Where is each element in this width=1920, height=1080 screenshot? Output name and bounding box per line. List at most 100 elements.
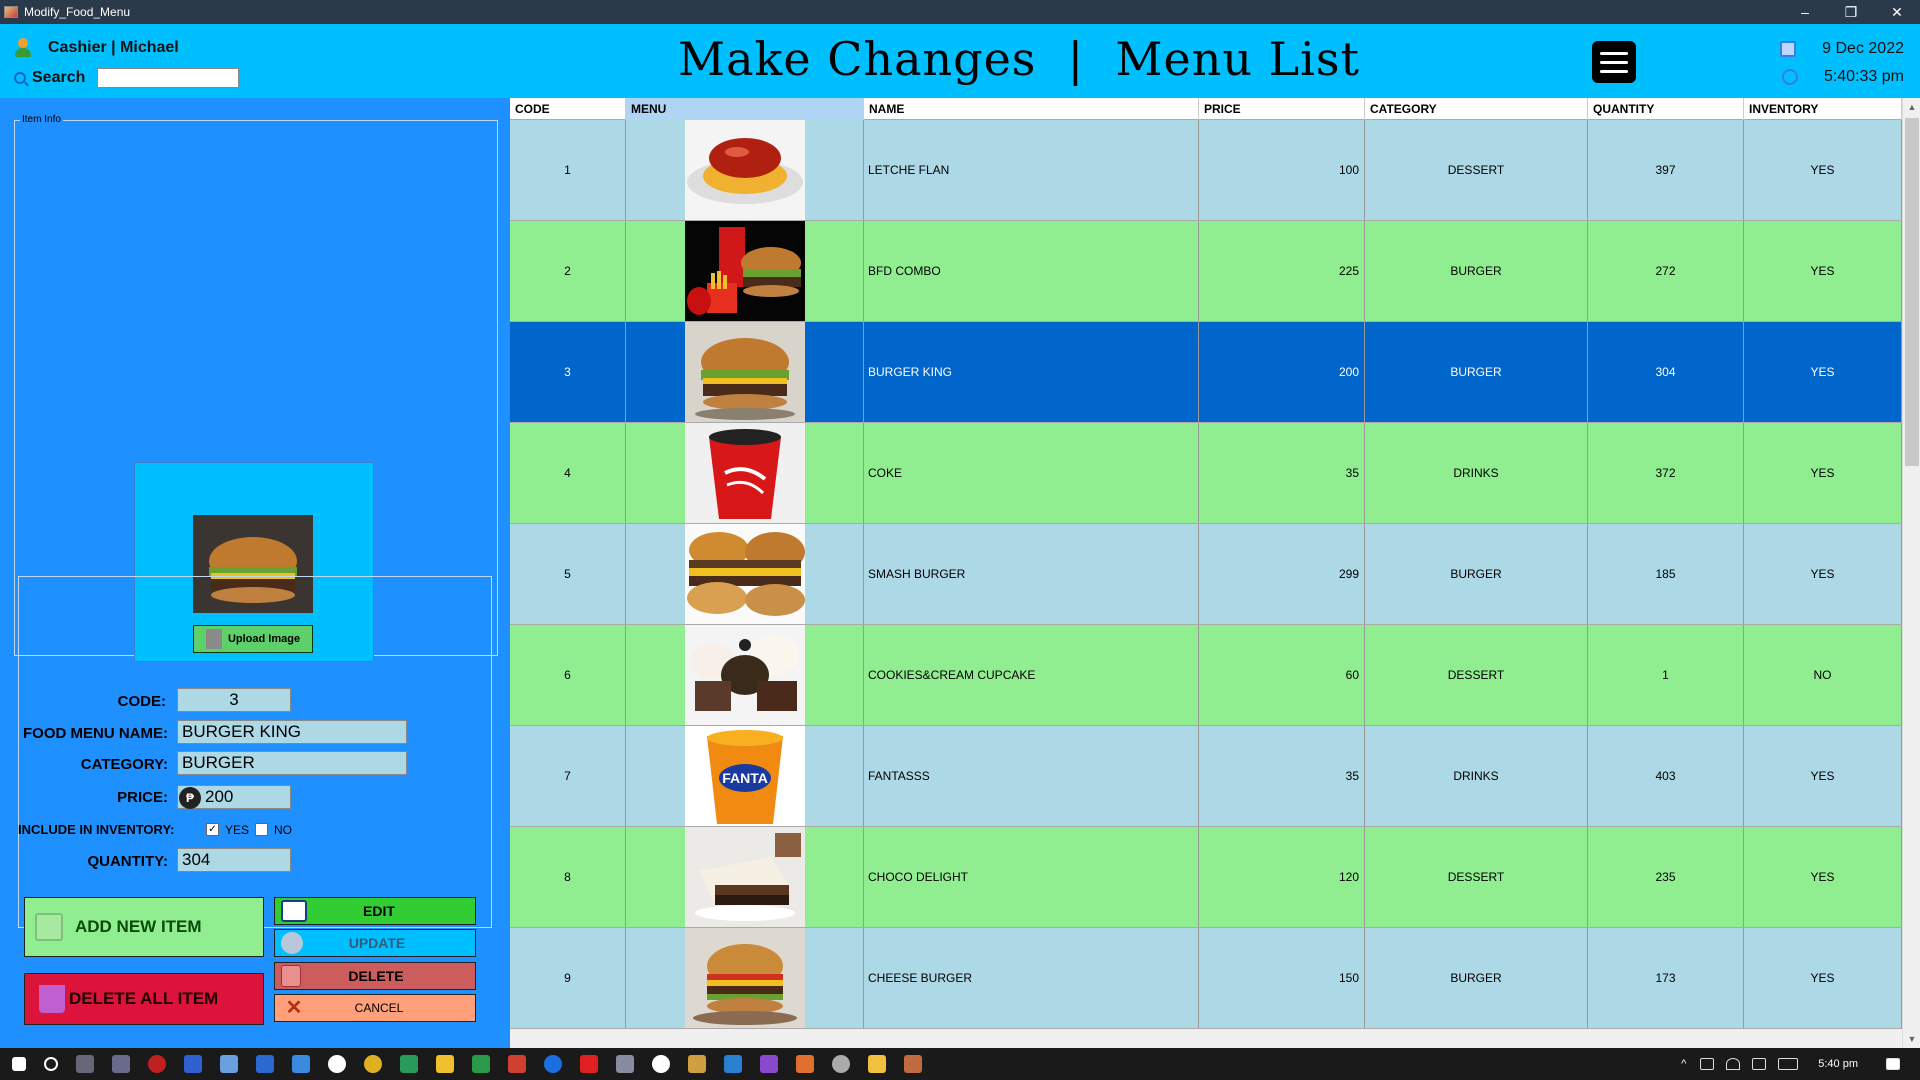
- settings-icon[interactable]: [832, 1055, 850, 1073]
- tray-chevron-icon[interactable]: ^: [1681, 1058, 1686, 1070]
- app-icon-4[interactable]: [652, 1055, 670, 1073]
- cancel-button[interactable]: ✕ CANCEL: [274, 994, 476, 1022]
- cell-inventory[interactable]: YES: [1744, 524, 1902, 624]
- cell-inventory[interactable]: YES: [1744, 928, 1902, 1028]
- cortana-icon[interactable]: [76, 1055, 94, 1073]
- vertical-scrollbar[interactable]: ▲ ▼: [1902, 98, 1920, 1048]
- restore-button[interactable]: ❐: [1828, 0, 1874, 24]
- cell-inventory[interactable]: YES: [1744, 120, 1902, 220]
- cell-code[interactable]: 5: [510, 524, 626, 624]
- col-header-price[interactable]: PRICE: [1199, 98, 1365, 120]
- notification-icon[interactable]: [1886, 1058, 1900, 1070]
- close-button[interactable]: ✕: [1874, 0, 1920, 24]
- cell-category[interactable]: DESSERT: [1365, 827, 1588, 927]
- cell-code[interactable]: 9: [510, 928, 626, 1028]
- gmail-icon[interactable]: [508, 1055, 526, 1073]
- volume-icon[interactable]: [1752, 1058, 1767, 1070]
- inventory-yes-checkbox[interactable]: ✓: [206, 823, 219, 836]
- cell-inventory[interactable]: YES: [1744, 322, 1902, 422]
- scroll-down-icon[interactable]: ▼: [1903, 1030, 1920, 1048]
- cell-category[interactable]: BURGER: [1365, 322, 1588, 422]
- inventory-no-checkbox[interactable]: [255, 823, 268, 836]
- cell-code[interactable]: 7: [510, 726, 626, 826]
- cell-name[interactable]: FANTASSS: [864, 726, 1199, 826]
- cell-code[interactable]: 3: [510, 322, 626, 422]
- cell-menu-image[interactable]: FANTA: [626, 726, 864, 826]
- network-icon[interactable]: [1726, 1058, 1741, 1070]
- cell-menu-image[interactable]: [626, 928, 864, 1028]
- cell-category[interactable]: BURGER: [1365, 524, 1588, 624]
- col-header-category[interactable]: CATEGORY: [1365, 98, 1588, 120]
- cell-menu-image[interactable]: [626, 625, 864, 725]
- cell-category[interactable]: DRINKS: [1365, 726, 1588, 826]
- update-button[interactable]: UPDATE: [274, 929, 476, 957]
- cell-name[interactable]: COOKIES&CREAM CUPCAKE: [864, 625, 1199, 725]
- cell-code[interactable]: 6: [510, 625, 626, 725]
- running-app-icon[interactable]: [904, 1055, 922, 1073]
- minimize-button[interactable]: –: [1782, 0, 1828, 24]
- search-input[interactable]: [97, 68, 240, 88]
- col-header-quantity[interactable]: QUANTITY: [1588, 98, 1744, 120]
- cell-name[interactable]: SMASH BURGER: [864, 524, 1199, 624]
- cell-inventory[interactable]: YES: [1744, 423, 1902, 523]
- edit-button[interactable]: EDIT: [274, 897, 476, 925]
- cell-quantity[interactable]: 403: [1588, 726, 1744, 826]
- drive-icon[interactable]: [436, 1055, 454, 1073]
- visual-studio-icon[interactable]: [760, 1055, 778, 1073]
- cell-category[interactable]: DESSERT: [1365, 120, 1588, 220]
- cell-inventory[interactable]: YES: [1744, 726, 1902, 826]
- col-header-inventory[interactable]: INVENTORY: [1744, 98, 1902, 120]
- translate-icon[interactable]: [256, 1055, 274, 1073]
- table-row[interactable]: 6 COOKIES&CREAM CUPCAKE 60 DESSERT 1 NO: [510, 625, 1902, 726]
- app-icon-3[interactable]: [616, 1055, 634, 1073]
- cell-inventory[interactable]: YES: [1744, 221, 1902, 321]
- cell-price[interactable]: 150: [1199, 928, 1365, 1028]
- col-header-name[interactable]: NAME: [864, 98, 1199, 120]
- cell-name[interactable]: BFD COMBO: [864, 221, 1199, 321]
- table-row[interactable]: 4 COKE 35 DRINKS 372 YES: [510, 423, 1902, 524]
- cell-price[interactable]: 35: [1199, 423, 1365, 523]
- taskbar-clock[interactable]: 5:40 pm: [1818, 1058, 1858, 1070]
- table-row[interactable]: 9 CHEESE BURGER 150 BURGER 173 YES: [510, 928, 1902, 1029]
- cell-category[interactable]: DESSERT: [1365, 625, 1588, 725]
- file-explorer-icon[interactable]: [868, 1055, 886, 1073]
- cell-quantity[interactable]: 235: [1588, 827, 1744, 927]
- chrome-icon[interactable]: [364, 1055, 382, 1073]
- cell-quantity[interactable]: 272: [1588, 221, 1744, 321]
- cell-price[interactable]: 200: [1199, 322, 1365, 422]
- app-icon-6[interactable]: [796, 1055, 814, 1073]
- hamburger-menu-button[interactable]: [1592, 41, 1636, 83]
- table-row[interactable]: 3 BURGER KING 200 BURGER 304 YES: [510, 322, 1902, 423]
- youtube-icon[interactable]: [580, 1055, 598, 1073]
- cell-quantity[interactable]: 304: [1588, 322, 1744, 422]
- col-header-code[interactable]: CODE: [510, 98, 626, 120]
- quantity-field[interactable]: 304: [177, 848, 291, 872]
- meet-icon[interactable]: [400, 1055, 418, 1073]
- cell-price[interactable]: 100: [1199, 120, 1365, 220]
- start-icon[interactable]: [12, 1057, 26, 1071]
- app-icon-1[interactable]: [112, 1055, 130, 1073]
- cell-menu-image[interactable]: [626, 827, 864, 927]
- table-row[interactable]: 2 BFD COMBO 225 BURGER 272 YES: [510, 221, 1902, 322]
- cell-inventory[interactable]: YES: [1744, 827, 1902, 927]
- col-header-menu[interactable]: MENU: [626, 98, 864, 120]
- cell-name[interactable]: LETCHE FLAN: [864, 120, 1199, 220]
- table-row[interactable]: 5 SMASH BURGER 299 BURGER 185 YES: [510, 524, 1902, 625]
- delete-all-button[interactable]: DELETE ALL ITEM: [24, 973, 264, 1025]
- todo-icon[interactable]: [292, 1055, 310, 1073]
- cell-quantity[interactable]: 173: [1588, 928, 1744, 1028]
- scroll-up-icon[interactable]: ▲: [1903, 98, 1920, 116]
- battery-icon[interactable]: [1700, 1058, 1715, 1070]
- category-field[interactable]: BURGER: [177, 751, 407, 775]
- cell-code[interactable]: 8: [510, 827, 626, 927]
- cell-category[interactable]: BURGER: [1365, 221, 1588, 321]
- app-icon-5[interactable]: [688, 1055, 706, 1073]
- cell-menu-image[interactable]: [626, 423, 864, 523]
- table-row[interactable]: 8 CHOCO DELIGHT 120 DESSERT 235 YES: [510, 827, 1902, 928]
- delete-button[interactable]: DELETE: [274, 962, 476, 990]
- keyboard-icon[interactable]: [1778, 1058, 1799, 1070]
- facebook-icon[interactable]: [544, 1055, 562, 1073]
- food-name-field[interactable]: BURGER KING: [177, 720, 407, 744]
- cell-inventory[interactable]: NO: [1744, 625, 1902, 725]
- record-icon[interactable]: [148, 1055, 166, 1073]
